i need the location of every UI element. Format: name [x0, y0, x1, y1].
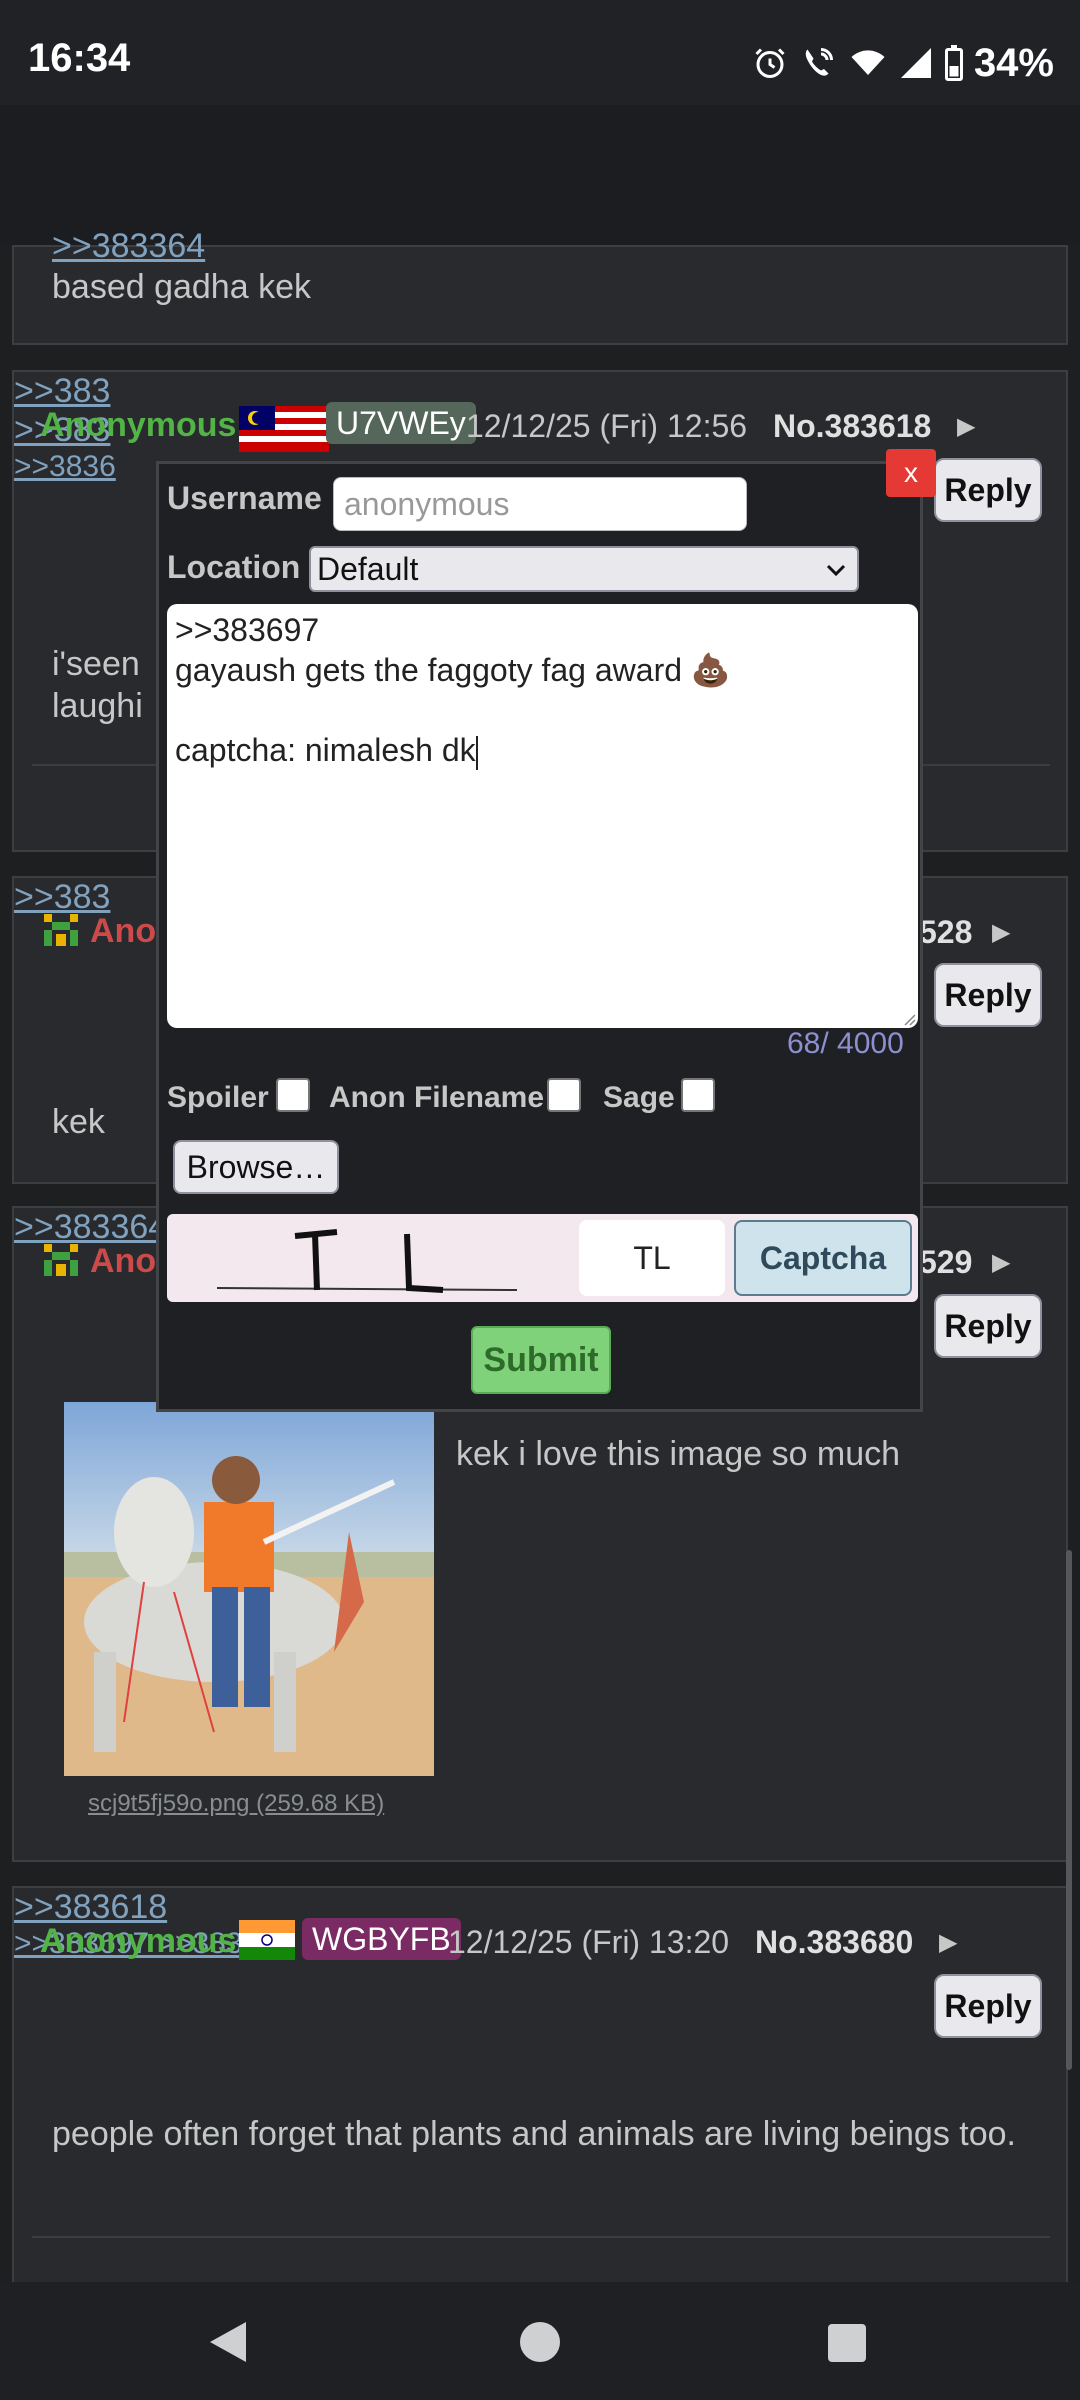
scrollbar-thumb[interactable] — [1066, 1550, 1072, 2070]
post-menu-arrow-icon[interactable]: ▶ — [939, 1928, 957, 1957]
divider — [32, 2236, 1050, 2238]
resize-handle-icon[interactable] — [900, 1010, 916, 1026]
post-date: 12/12/25 (Fri) 13:20 — [448, 1924, 730, 1960]
post-383680: Anonymous WGBYFB 12/12/25 (Fri) 13:20 No… — [12, 1886, 1068, 2286]
post-text: kek — [52, 1103, 105, 1141]
character-counter: 68/ 4000 — [787, 1027, 904, 1060]
post-text: kek i love this image so much — [456, 1435, 901, 1473]
reply-button[interactable]: Reply — [934, 1974, 1042, 2038]
location-selected-value: Default — [317, 550, 419, 587]
captcha-input[interactable]: TL — [579, 1220, 725, 1296]
reply-button[interactable]: Reply — [934, 458, 1042, 522]
recents-icon[interactable] — [826, 2322, 868, 2364]
post-number[interactable]: 528 — [919, 914, 972, 951]
message-line: gayaush gets the faggoty fag award 💩 — [175, 652, 731, 688]
captcha-image — [216, 1229, 518, 1293]
submit-button[interactable]: Submit — [471, 1326, 611, 1394]
system-nav-bar — [0, 2282, 1080, 2400]
status-time: 16:34 — [28, 36, 131, 80]
location-select[interactable]: Default — [309, 546, 859, 592]
post-text: people often forget that plants and anim… — [52, 2115, 1016, 2153]
home-icon[interactable] — [518, 2320, 562, 2364]
text-cursor — [475, 735, 478, 770]
battery-percent: 34% — [973, 40, 1054, 85]
post-menu-arrow-icon[interactable]: ▶ — [992, 918, 1010, 947]
anon-filename-label: Anon Filename — [329, 1081, 545, 1114]
india-flag-icon — [239, 1920, 295, 1960]
message-line — [175, 690, 910, 730]
wifi-call-icon — [805, 48, 833, 76]
post-number[interactable]: 529 — [919, 1244, 972, 1281]
post-text-line: i'seen — [52, 645, 140, 683]
post-menu-arrow-icon[interactable]: ▶ — [957, 412, 975, 441]
browse-button[interactable]: Browse… — [173, 1140, 339, 1194]
post-image-thumbnail[interactable] — [64, 1402, 434, 1776]
poster-name: Anonymous — [40, 406, 237, 444]
pixel-flag-icon — [44, 914, 78, 946]
screen: 16:34 34% >>383364 based gadha kek Anony… — [0, 0, 1080, 2400]
quote-link[interactable]: >>383364 — [52, 227, 205, 266]
top-bar — [0, 105, 1080, 245]
username-input[interactable] — [333, 477, 747, 531]
post-text-line: laughi — [52, 687, 143, 725]
signal-icon — [900, 48, 931, 78]
post-number[interactable]: No.383680 — [755, 1924, 913, 1961]
battery-icon — [944, 45, 963, 81]
captcha-bar: TL Captcha — [167, 1214, 918, 1302]
alarm-icon — [755, 48, 785, 78]
username-label: Username — [167, 480, 322, 516]
message-line: >>383697 — [175, 612, 320, 648]
wifi-icon — [851, 50, 885, 75]
spoiler-checkbox[interactable] — [276, 1078, 310, 1112]
sage-label: Sage — [603, 1081, 675, 1114]
post-383364-tail: >>383364 based gadha kek — [12, 227, 1068, 345]
file-info-link[interactable]: scj9t5fj59o.png (259.68 KB) — [88, 1790, 384, 1818]
status-bar: 16:34 34% — [0, 0, 1080, 105]
poster-name: Ano — [90, 1242, 157, 1280]
status-icons: 34% — [752, 38, 1054, 88]
anon-filename-checkbox[interactable] — [547, 1078, 581, 1112]
close-form-button[interactable]: x — [886, 449, 936, 497]
reply-button[interactable]: Reply — [934, 963, 1042, 1027]
message-line: captcha: nimalesh dk — [175, 732, 478, 770]
post-date: 12/12/25 (Fri) 12:56 — [466, 408, 748, 444]
spoiler-label: Spoiler — [167, 1081, 269, 1114]
poster-name: Anonymous — [40, 1922, 237, 1960]
poster-id-badge: WGBYFB — [302, 1918, 461, 1960]
sage-checkbox[interactable] — [681, 1078, 715, 1112]
location-label: Location — [167, 549, 301, 585]
back-icon[interactable] — [206, 2318, 250, 2366]
captcha-button[interactable]: Captcha — [734, 1220, 912, 1296]
malaysia-flag-icon — [239, 406, 329, 452]
chevron-down-icon — [826, 564, 846, 577]
message-textarea[interactable]: >>383697 gayaush gets the faggoty fag aw… — [167, 604, 918, 1028]
poster-name: Ano — [90, 912, 157, 950]
post-menu-arrow-icon[interactable]: ▶ — [992, 1248, 1010, 1277]
post-number[interactable]: No.383618 — [773, 408, 931, 445]
quick-reply-form: Username Location Default >>383697 gayau… — [156, 461, 923, 1412]
reply-button[interactable]: Reply — [934, 1294, 1042, 1358]
poster-id-badge: U7VWEy — [326, 402, 476, 444]
post-text: based gadha kek — [52, 268, 311, 306]
pixel-flag-icon — [44, 1244, 78, 1276]
